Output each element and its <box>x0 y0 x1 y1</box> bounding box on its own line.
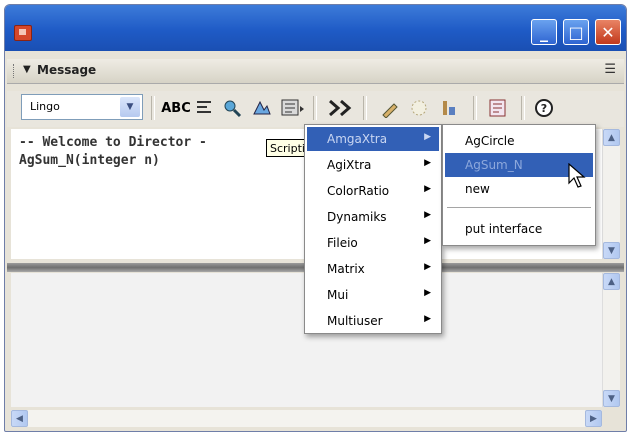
menu-separator <box>447 207 591 208</box>
submenu-arrow-icon: ▶ <box>424 184 431 194</box>
menu-item-dynamiks[interactable]: Dynamiks ▶ <box>307 205 439 229</box>
abc-check-icon[interactable]: ABC <box>161 95 191 121</box>
submenu-arrow-icon: ▶ <box>424 288 431 298</box>
minimize-button[interactable]: _ <box>531 19 557 45</box>
scripting-xtras-icon[interactable] <box>278 95 308 121</box>
toolbar-separator <box>521 96 525 120</box>
maximize-button[interactable]: □ <box>563 19 589 45</box>
svg-text:?: ? <box>541 102 547 115</box>
title-bar[interactable]: _ □ ✕ <box>5 5 626 51</box>
submenu-arrow-icon: ▶ <box>424 210 431 220</box>
panel-collapse-icon[interactable]: ▼ <box>23 64 31 75</box>
script-window-icon[interactable] <box>485 95 511 121</box>
toolbar-separator <box>151 96 155 120</box>
trace-toggle-icon[interactable] <box>325 95 355 121</box>
scroll-down-button[interactable]: ▼ <box>603 242 620 259</box>
menu-item-amgaxtra[interactable]: AmgaXtra ▶ <box>307 127 439 151</box>
submenu-arrow-icon: ▶ <box>424 158 431 168</box>
panel-title: Message <box>37 63 97 77</box>
scroll-up-button[interactable]: ▲ <box>603 129 620 146</box>
xtras-menu: AmgaXtra ▶ AgiXtra ▶ ColorRatio ▶ Dynamiks ▶… <box>304 124 442 334</box>
alphabetize-icon[interactable] <box>193 95 217 121</box>
language-select[interactable]: Lingo ▼ <box>21 94 143 120</box>
submenu-arrow-icon: ▶ <box>424 236 431 246</box>
scroll-down-button[interactable]: ▼ <box>603 390 620 407</box>
watch-expression-icon[interactable] <box>220 95 246 121</box>
panel-grip[interactable] <box>13 64 17 78</box>
toolbar-separator <box>473 96 477 120</box>
submenu-arrow-icon: ▶ <box>424 132 431 142</box>
help-icon[interactable]: ? <box>531 95 557 121</box>
code-line: AgSum_N(integer n) <box>19 153 160 168</box>
mouse-cursor-icon <box>567 162 587 189</box>
menu-item-colorratio[interactable]: ColorRatio ▶ <box>307 179 439 203</box>
scroll-right-button[interactable]: ▶ <box>585 410 602 427</box>
menu-item-fileio[interactable]: Fileio ▶ <box>307 231 439 255</box>
submenu-item-agcircle[interactable]: AgCircle <box>445 129 593 153</box>
panel-options-icon[interactable]: ☰ <box>604 62 616 77</box>
scroll-left-button[interactable]: ◀ <box>11 410 28 427</box>
menu-item-agixtra[interactable]: AgiXtra ▶ <box>307 153 439 177</box>
message-toolbar: Lingo ▼ ABC ? <box>7 91 624 127</box>
upper-scrollbar[interactable]: ▲ ▼ <box>602 129 620 259</box>
submenu-arrow-icon: ▶ <box>424 262 431 272</box>
behavior-icon[interactable] <box>406 95 432 121</box>
scroll-up-button[interactable]: ▲ <box>603 273 620 290</box>
menu-item-matrix[interactable]: Matrix ▶ <box>307 257 439 281</box>
panel-header[interactable]: ▼ Message ☰ <box>7 59 624 84</box>
chevron-down-icon[interactable]: ▼ <box>120 97 140 117</box>
object-inspector-icon[interactable] <box>377 95 403 121</box>
menu-item-mui[interactable]: Mui ▶ <box>307 283 439 307</box>
cast-member-icon[interactable] <box>435 95 461 121</box>
code-line: -- Welcome to Director - <box>19 135 207 150</box>
toolbar-separator <box>363 96 367 120</box>
horizontal-scrollbar[interactable]: ◀ ▶ <box>11 410 602 427</box>
language-select-value: Lingo <box>30 100 60 113</box>
close-button[interactable]: ✕ <box>595 19 621 45</box>
trace-icon[interactable] <box>249 95 275 121</box>
toolbar-separator <box>313 96 317 120</box>
lower-scrollbar[interactable]: ▲ ▼ <box>602 273 620 407</box>
menu-item-multiuser[interactable]: Multiuser ▶ <box>307 309 439 333</box>
submenu-arrow-icon: ▶ <box>424 314 431 324</box>
director-app-icon[interactable] <box>14 25 32 41</box>
submenu-item-put-interface[interactable]: put interface <box>445 217 593 241</box>
